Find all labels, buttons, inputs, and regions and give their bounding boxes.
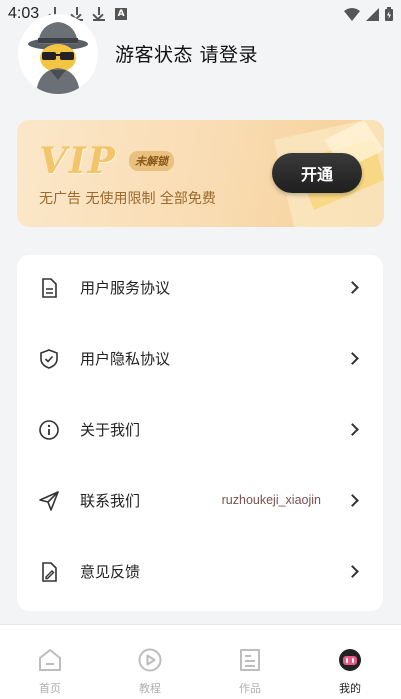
vip-status-badge: 未解锁 xyxy=(129,151,174,171)
contact-id: ruzhoukeji_xiaojin xyxy=(221,493,321,507)
nav-tab-home[interactable]: 首页 xyxy=(0,625,100,699)
chevron-right-icon xyxy=(346,280,359,294)
menu-item-service-agreement[interactable]: 用户服务协议 xyxy=(17,259,383,315)
menu-item-privacy-agreement[interactable]: 用户隐私协议 xyxy=(17,330,383,386)
login-prompt[interactable]: 游客状态 请登录 xyxy=(115,40,258,67)
chevron-right-icon xyxy=(346,493,359,507)
spy-avatar-icon xyxy=(28,22,88,94)
chevron-right-icon xyxy=(346,422,359,436)
menu-item-label: 用户服务协议 xyxy=(80,278,171,297)
download-icon xyxy=(93,7,106,21)
nav-label: 作品 xyxy=(239,682,261,695)
vip-title: VIP xyxy=(39,140,117,182)
nav-tab-works[interactable]: 作品 xyxy=(200,625,300,699)
nav-label: 教程 xyxy=(139,682,161,695)
menu-item-label: 意见反馈 xyxy=(80,562,141,581)
home-icon xyxy=(39,649,61,671)
menu-item-feedback[interactable]: 意见反馈 xyxy=(17,543,383,599)
signal-icon xyxy=(366,7,379,21)
document-icon xyxy=(42,278,57,298)
menu-item-contact-us[interactable]: 联系我们 ruzhoukeji_xiaojin xyxy=(17,472,383,528)
vip-subtitle: 无广告 无使用限制 全部免费 xyxy=(39,191,216,207)
info-icon xyxy=(39,420,59,440)
bottom-nav: 首页 教程 作品 我的 xyxy=(0,624,401,699)
profile-icon xyxy=(339,649,361,671)
menu-item-label: 联系我们 xyxy=(80,491,141,510)
avatar[interactable] xyxy=(18,14,98,94)
nav-tab-tutorial[interactable]: 教程 xyxy=(100,625,200,699)
works-icon xyxy=(240,649,260,671)
chevron-right-icon xyxy=(346,564,359,578)
menu-item-label: 用户隐私协议 xyxy=(80,349,171,368)
nav-label: 我的 xyxy=(339,682,361,695)
edit-document-icon xyxy=(42,562,57,582)
nav-tab-mine[interactable]: 我的 xyxy=(300,625,400,699)
vip-activate-button[interactable]: 开通 xyxy=(272,153,362,193)
chevron-right-icon xyxy=(346,351,359,365)
menu-item-label: 关于我们 xyxy=(80,420,141,439)
nav-label: 首页 xyxy=(39,682,61,695)
send-icon xyxy=(39,491,59,511)
menu-item-about-us[interactable]: 关于我们 xyxy=(17,401,383,457)
wifi-icon xyxy=(344,7,360,21)
a-notification-icon: A xyxy=(115,8,128,20)
play-icon xyxy=(138,648,162,672)
status-right xyxy=(344,7,393,21)
shield-check-icon xyxy=(40,349,58,369)
battery-icon xyxy=(385,7,393,21)
menu-card: 用户服务协议 用户隐私协议 关于我们 联系我们 ruzhoukeji_xiaoj… xyxy=(17,255,383,611)
